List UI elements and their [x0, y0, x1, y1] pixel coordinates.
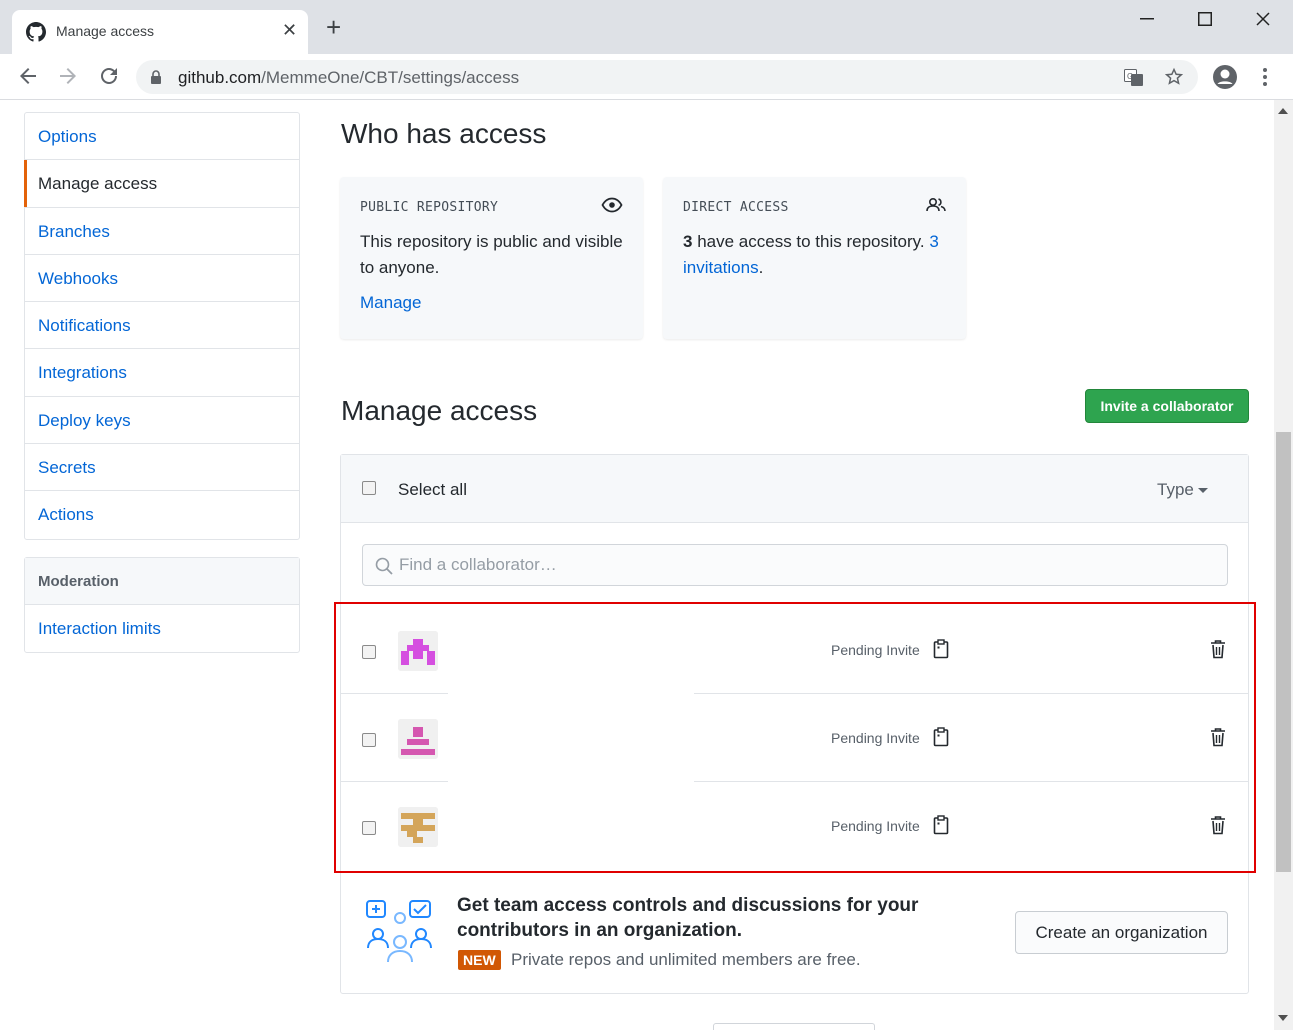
- translate-icon[interactable]: G: [1124, 69, 1144, 87]
- url-text: github.com/MemmeOne/CBT/settings/access: [178, 68, 519, 88]
- minimize-icon[interactable]: [1140, 18, 1154, 20]
- reload-icon[interactable]: [97, 64, 121, 88]
- settings-sidebar: Options Manage access Branches Webhooks …: [24, 112, 300, 540]
- url-path: /MemmeOne/CBT/settings/access: [261, 68, 520, 87]
- scroll-down-icon[interactable]: [1278, 1015, 1288, 1021]
- maximize-icon[interactable]: [1198, 12, 1212, 26]
- moderation-header: Moderation: [25, 558, 299, 605]
- sidebar-item-deploy-keys[interactable]: Deploy keys: [25, 397, 299, 445]
- browser-tab[interactable]: Manage access ✕: [12, 10, 308, 54]
- sidebar-item-manage-access[interactable]: Manage access: [24, 160, 299, 208]
- select-all-label: Select all: [398, 480, 467, 499]
- public-repository-text: This repository is public and visible to…: [360, 232, 623, 277]
- promo-subtitle: Private repos and unlimited members are …: [511, 950, 861, 969]
- back-arrow-icon[interactable]: [16, 64, 40, 88]
- sidebar-item-notifications[interactable]: Notifications: [25, 302, 299, 350]
- sidebar-item-interaction-limits[interactable]: Interaction limits: [25, 605, 299, 652]
- direct-access-description: have access to this repository.: [692, 232, 930, 251]
- sidebar-item-branches[interactable]: Branches: [25, 208, 299, 255]
- close-window-icon[interactable]: [1256, 12, 1270, 26]
- manage-visibility-link[interactable]: Manage: [360, 293, 623, 313]
- invite-collaborator-button[interactable]: Invite a collaborator: [1085, 389, 1249, 423]
- caret-down-icon: [1197, 488, 1208, 494]
- type-filter-dropdown[interactable]: Type: [1157, 480, 1208, 500]
- sidebar-item-secrets[interactable]: Secrets: [25, 444, 299, 492]
- moderation-sidebar: Moderation Interaction limits: [24, 557, 300, 654]
- select-all-checkbox[interactable]: [362, 481, 376, 495]
- highlight-annotation: [334, 602, 1256, 873]
- eye-icon: [601, 197, 623, 213]
- type-filter-label: Type: [1157, 480, 1194, 499]
- collaborator-search[interactable]: [362, 544, 1228, 586]
- people-icon: [926, 197, 946, 212]
- pagination-stub: [713, 1023, 875, 1030]
- address-bar[interactable]: github.com/MemmeOne/CBT/settings/access …: [136, 60, 1198, 94]
- sidebar-item-options[interactable]: Options: [25, 113, 299, 161]
- profile-avatar-icon[interactable]: [1212, 64, 1238, 90]
- new-tab-icon[interactable]: +: [326, 14, 341, 40]
- forward-arrow-icon[interactable]: [56, 64, 80, 88]
- direct-access-label: DIRECT ACCESS: [683, 200, 789, 215]
- search-icon: [375, 557, 393, 575]
- tab-title: Manage access: [56, 23, 155, 39]
- manage-access-title: Manage access: [341, 395, 538, 426]
- lock-icon: [151, 70, 161, 84]
- github-logo-icon: [26, 22, 46, 42]
- svg-text:G: G: [1127, 72, 1133, 81]
- browser-tab-strip: Manage access ✕ +: [0, 0, 1293, 54]
- sidebar-item-actions[interactable]: Actions: [25, 491, 299, 538]
- team-illustration-icon: [366, 900, 432, 963]
- browser-menu-icon[interactable]: [1262, 67, 1268, 87]
- scroll-up-icon[interactable]: [1278, 108, 1288, 114]
- direct-access-period: .: [758, 258, 764, 277]
- direct-access-text: 3 have access to this repository. 3 invi…: [683, 229, 946, 281]
- sidebar-item-webhooks[interactable]: Webhooks: [25, 255, 299, 303]
- page-scrollbar[interactable]: [1274, 100, 1293, 1030]
- new-badge: NEW: [458, 950, 501, 970]
- url-host: github.com: [178, 68, 262, 87]
- promo-title: Get team access controls and discussions…: [457, 895, 919, 941]
- bookmark-star-icon[interactable]: [1164, 67, 1184, 87]
- sidebar-item-integrations[interactable]: Integrations: [25, 349, 299, 397]
- find-collaborator-input[interactable]: [399, 553, 1199, 577]
- tab-close-icon[interactable]: ✕: [282, 20, 297, 40]
- who-has-access-title: Who has access: [341, 118, 547, 149]
- scroll-thumb[interactable]: [1276, 432, 1291, 872]
- browser-toolbar: github.com/MemmeOne/CBT/settings/access …: [0, 54, 1293, 100]
- public-repository-label: PUBLIC REPOSITORY: [360, 200, 499, 215]
- direct-access-card: DIRECT ACCESS 3 have access to this repo…: [663, 177, 966, 339]
- collaborators-box-header: Select all Type: [341, 455, 1248, 523]
- public-repository-card: PUBLIC REPOSITORY This repository is pub…: [340, 177, 643, 339]
- create-organization-button[interactable]: Create an organization: [1015, 911, 1228, 954]
